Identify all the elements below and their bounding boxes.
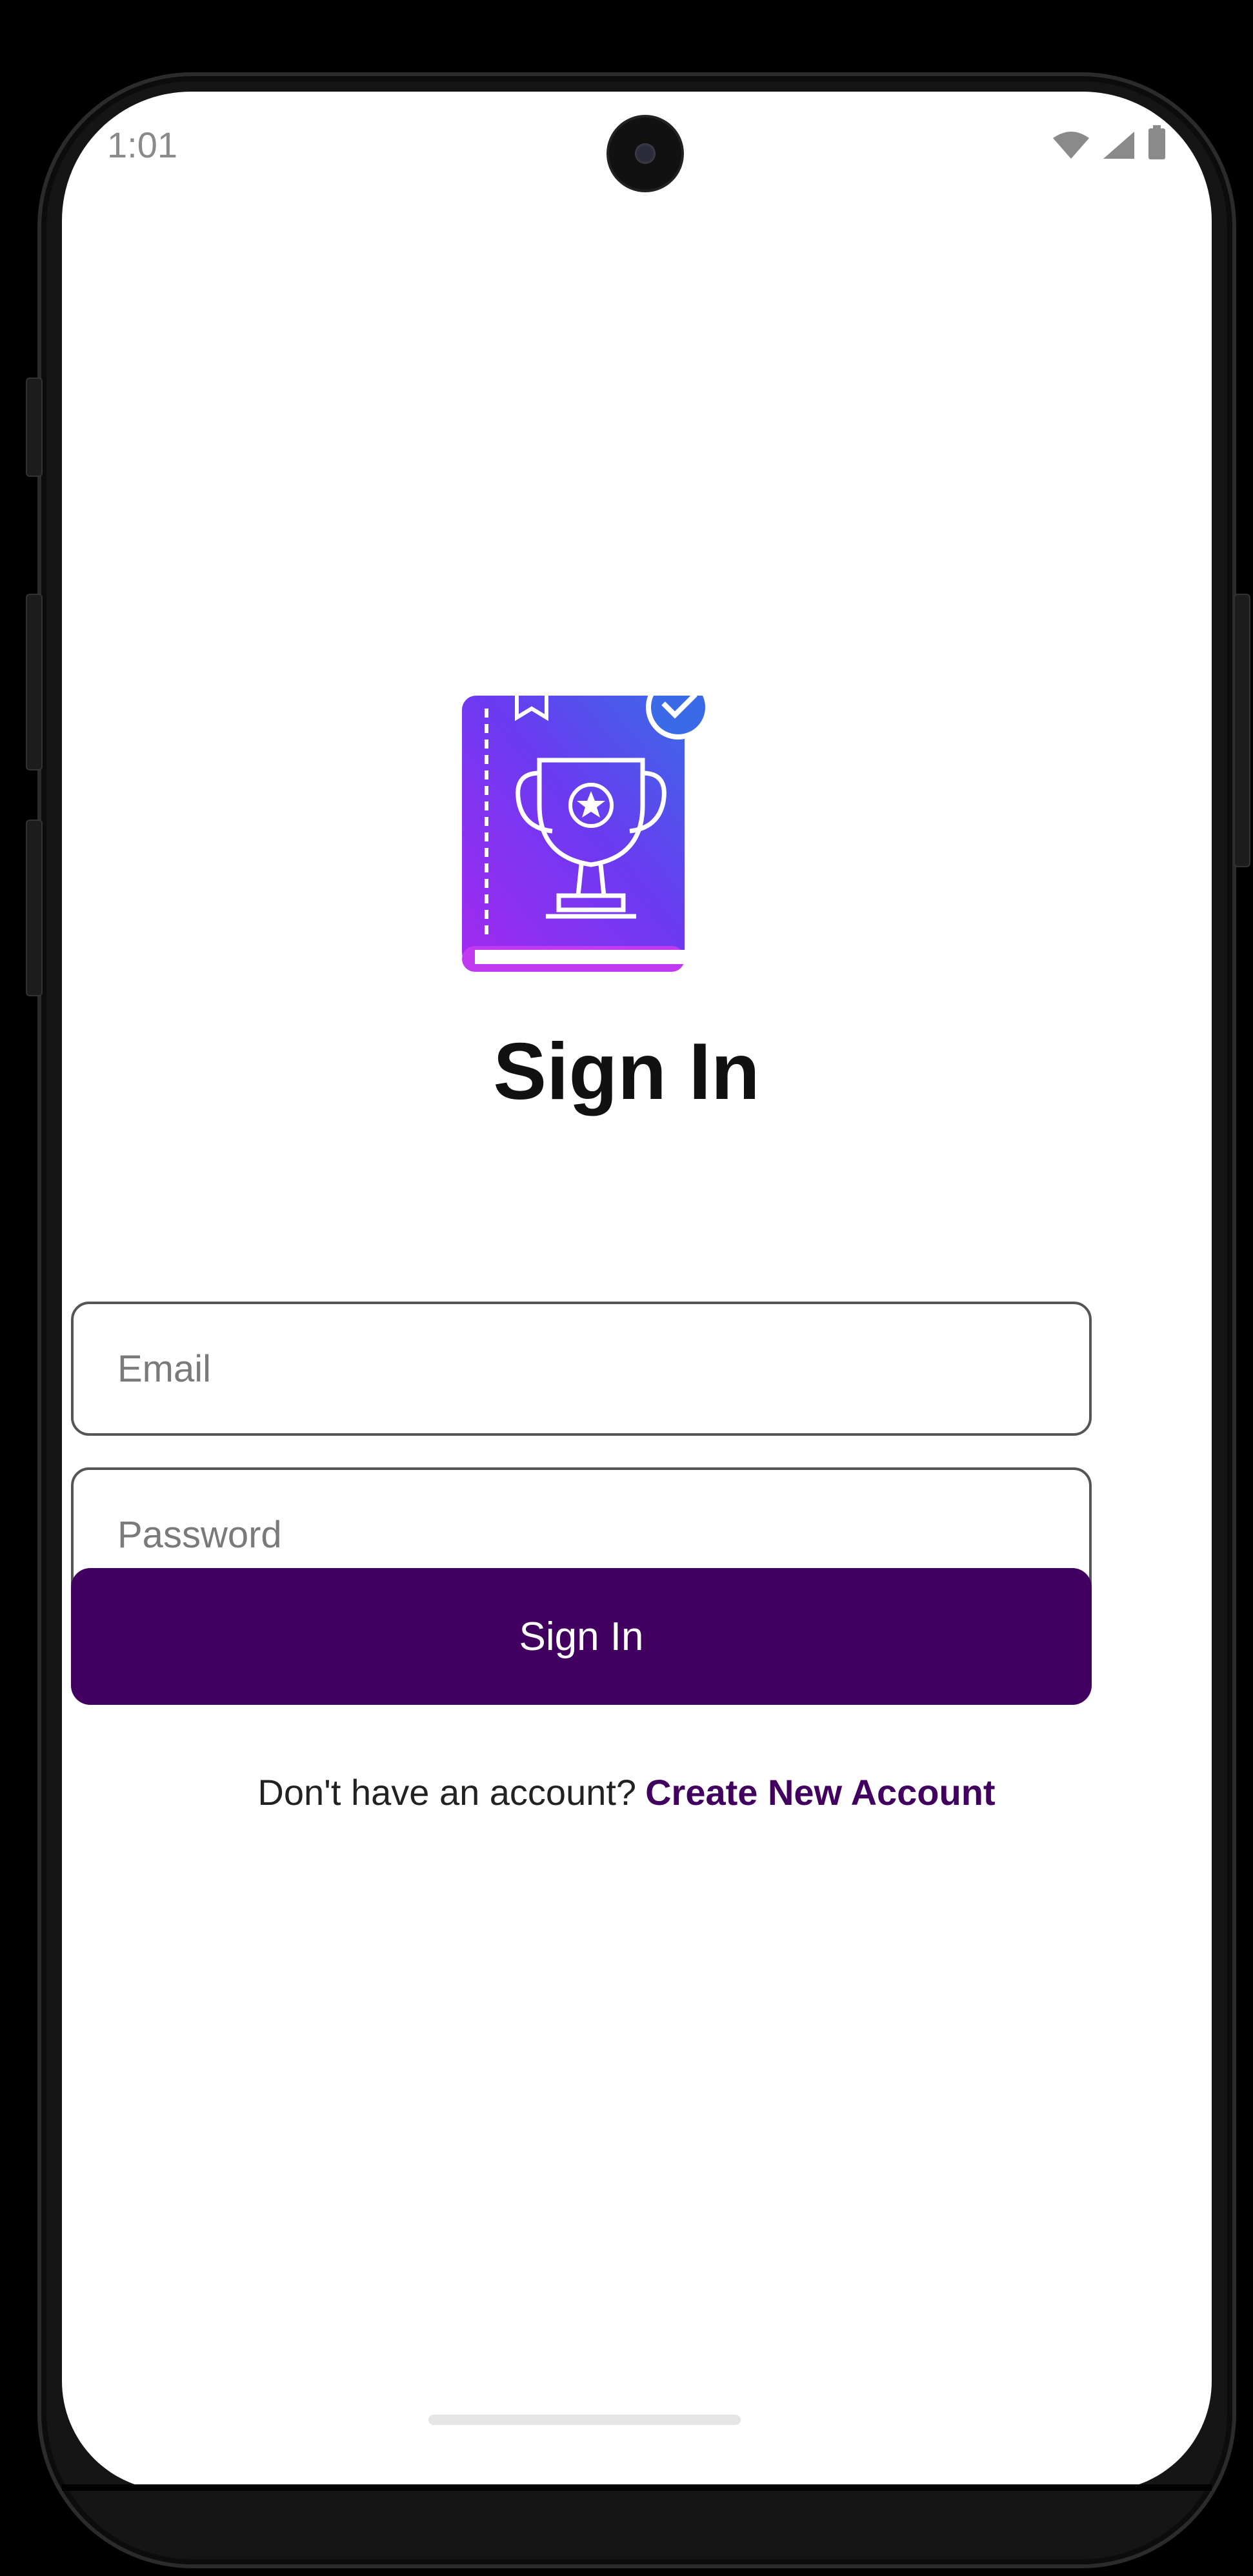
create-account-link[interactable]: Create New Account — [645, 1772, 996, 1813]
volume-down-button — [26, 594, 43, 770]
status-icons — [1052, 125, 1167, 160]
status-time: 1:01 — [107, 125, 177, 165]
app-screen: 1:01 — [62, 92, 1212, 2491]
home-indicator[interactable] — [428, 2415, 741, 2425]
email-field-container — [71, 1302, 1092, 1436]
page-title: Sign In — [493, 1027, 760, 1116]
cell-signal-icon — [1103, 132, 1134, 159]
wifi-icon — [1053, 132, 1089, 159]
side-button — [26, 820, 43, 996]
front-camera — [609, 117, 681, 190]
no-account-text: Don't have an account? — [257, 1772, 637, 1813]
volume-up-button — [26, 377, 43, 477]
trophy-book-icon — [462, 696, 707, 972]
battery-icon — [1148, 125, 1165, 159]
sign-in-button[interactable]: Sign In — [71, 1568, 1092, 1705]
email-input[interactable] — [74, 1304, 1089, 1433]
bottom-gesture-area — [62, 2484, 1212, 2491]
power-button — [1234, 594, 1250, 867]
signup-prompt: Don't have an account? Create New Account — [0, 1771, 1253, 1813]
